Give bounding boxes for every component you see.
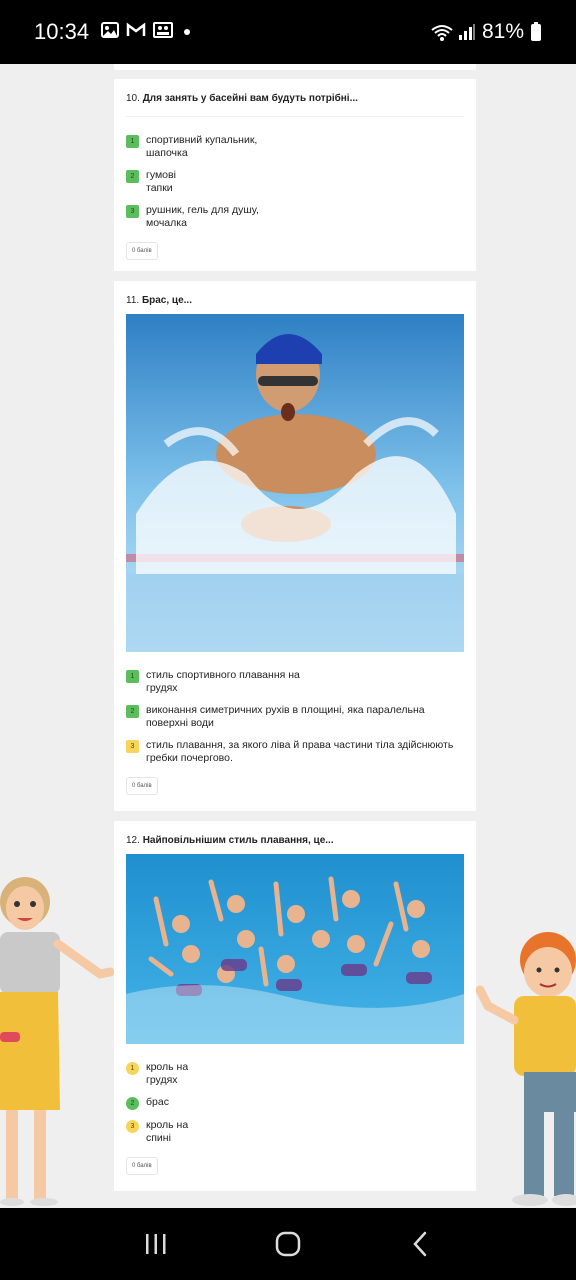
signal-icon	[458, 23, 476, 41]
back-icon[interactable]	[400, 1224, 440, 1264]
question-title: 11. Брас, це...	[126, 295, 192, 306]
answer-option[interactable]: 2 брас	[126, 1096, 464, 1110]
home-icon[interactable]	[268, 1224, 308, 1264]
battery-percent: 81%	[481, 20, 524, 43]
synchronized-swimming-photo	[126, 854, 464, 1044]
answer-number-badge: 3	[126, 1120, 139, 1133]
answer-text: рушник, гель для душу, мочалка	[146, 204, 259, 229]
answer-number-badge: 3	[126, 740, 139, 753]
answer-option[interactable]: 3 стиль плавання, за якого ліва й права …	[126, 739, 464, 765]
question-card-12: 12. Найповільнішим стиль плавання, це...	[114, 821, 476, 1191]
answer-number-badge: 2	[126, 1097, 139, 1110]
recents-icon[interactable]	[136, 1224, 176, 1264]
answer-number-badge: 1	[126, 135, 139, 148]
answer-option[interactable]: 1 кроль на грудях	[126, 1061, 464, 1087]
answer-text: виконання симетричних рухів в площині, я…	[146, 704, 425, 729]
quiz-scroll-area[interactable]: 10. Для занять у басейні вам будуть потр…	[0, 64, 576, 1208]
answer-number-badge: 3	[126, 205, 139, 218]
answer-option[interactable]: 1 спортивний купальник, шапочка	[126, 134, 464, 160]
answer-option[interactable]: 2 гумові тапки	[126, 169, 464, 195]
points-badge: 0 балів	[126, 777, 158, 795]
points-badge: 0 балів	[126, 242, 158, 260]
answer-text: брас	[146, 1096, 169, 1108]
answer-text: кроль на спині	[146, 1119, 189, 1144]
photo-icon	[153, 21, 174, 43]
gallery-icon	[101, 21, 120, 43]
answer-number-badge: 2	[126, 170, 139, 183]
system-navigation-bar	[0, 1208, 576, 1280]
question-title: 10. Для занять у басейні вам будуть потр…	[126, 93, 358, 104]
answer-number-badge: 1	[126, 1062, 139, 1075]
answer-option[interactable]: 1 стиль спортивного плавання на грудях	[126, 669, 464, 695]
question-card-10: 10. Для занять у басейні вам будуть потр…	[114, 79, 476, 271]
swimmer-breaststroke-photo	[126, 314, 464, 652]
question-title: 12. Найповільнішим стиль плавання, це...	[126, 835, 334, 846]
boy-character-illustration	[474, 930, 576, 1208]
previous-question-card	[114, 64, 476, 70]
wifi-icon	[430, 24, 453, 41]
answer-text: кроль на грудях	[146, 1061, 189, 1086]
answer-option[interactable]: 3 кроль на спині	[126, 1119, 464, 1145]
answer-text: спортивний купальник, шапочка	[146, 134, 258, 159]
teacher-character-illustration	[0, 864, 115, 1208]
answer-text: стиль плавання, за якого ліва й права ча…	[146, 739, 454, 764]
battery-icon	[530, 22, 542, 42]
gmail-icon	[126, 22, 146, 43]
question-card-11: 11. Брас, це... 1 стиль спортивного плав…	[114, 281, 476, 811]
status-time: 10:34	[34, 19, 90, 44]
status-bar: 10:34 81%	[0, 0, 576, 64]
answer-number-badge: 1	[126, 670, 139, 683]
answer-text: стиль спортивного плавання на грудях	[146, 669, 300, 694]
points-badge: 0 балів	[126, 1157, 158, 1175]
answer-text: гумові тапки	[146, 169, 176, 194]
more-notifications-dot	[184, 29, 191, 35]
answer-option[interactable]: 2 виконання симетричних рухів в площині,…	[126, 704, 464, 730]
answer-number-badge: 2	[126, 705, 139, 718]
answer-option[interactable]: 3 рушник, гель для душу, мочалка	[126, 204, 464, 230]
